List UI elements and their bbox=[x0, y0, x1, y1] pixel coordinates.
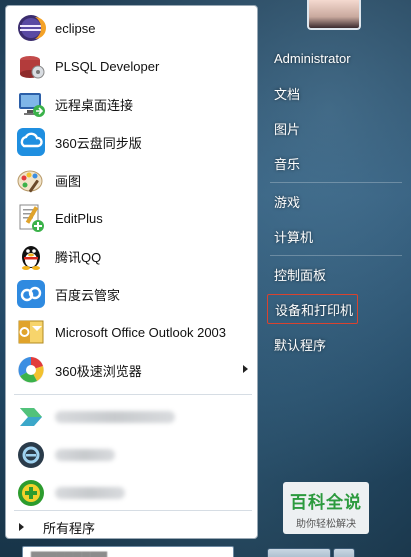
cloud-sync-icon bbox=[15, 126, 47, 158]
search-placeholder-blurred: ▇▇▇▇▇▇▇▇▇ bbox=[31, 551, 108, 557]
program-item-editplus[interactable]: EditPlus bbox=[9, 200, 256, 236]
expand-arrow-icon bbox=[19, 523, 24, 531]
program-label: eclipse bbox=[55, 20, 96, 36]
watermark-subtitle: 助你轻松解决 bbox=[296, 519, 356, 530]
program-item-360-browser[interactable]: 360极速浏览器 bbox=[9, 352, 256, 388]
menu-item-devices-printers[interactable]: 设备和打印机 bbox=[267, 294, 358, 324]
menu-item-music[interactable]: 音乐 bbox=[267, 148, 367, 178]
program-label: 远程桌面连接 bbox=[55, 97, 134, 113]
all-programs-button[interactable]: 所有程序 bbox=[9, 514, 256, 540]
blurred-label bbox=[55, 411, 175, 423]
program-item-blurred[interactable] bbox=[9, 437, 256, 473]
shutdown-options-button[interactable] bbox=[333, 548, 355, 557]
watermark-title: 百科全说 bbox=[290, 493, 362, 513]
menu-item-games[interactable]: 游戏 bbox=[267, 186, 367, 216]
arrow-app-icon bbox=[15, 401, 47, 433]
paint-icon bbox=[15, 164, 47, 196]
program-item-qq[interactable]: 腾讯QQ bbox=[9, 238, 256, 274]
menu-item-control-panel[interactable]: 控制面板 bbox=[267, 259, 367, 289]
program-label: PLSQL Developer bbox=[55, 58, 160, 74]
user-avatar[interactable] bbox=[307, 0, 361, 30]
program-item-plsql-developer[interactable]: PLSQL Developer bbox=[9, 48, 256, 84]
qq-penguin-icon bbox=[15, 240, 47, 272]
watermark-logo: 百科全说 助你轻松解决 bbox=[283, 482, 369, 534]
separator bbox=[270, 182, 402, 183]
submenu-arrow-icon[interactable] bbox=[243, 365, 248, 373]
program-label: 画图 bbox=[55, 173, 82, 189]
menu-item-default-programs[interactable]: 默认程序 bbox=[267, 329, 367, 359]
menu-item-computer[interactable]: 计算机 bbox=[267, 221, 367, 251]
menu-item-user[interactable]: Administrator bbox=[267, 43, 367, 73]
all-programs-label: 所有程序 bbox=[43, 520, 96, 536]
program-item-blurred[interactable] bbox=[9, 399, 256, 435]
outlook-icon bbox=[15, 316, 47, 348]
program-item-remote-desktop[interactable]: 远程桌面连接 bbox=[9, 86, 256, 122]
menu-item-pictures[interactable]: 图片 bbox=[267, 113, 367, 143]
program-label: 腾讯QQ bbox=[55, 249, 102, 265]
program-item-360-cloud-sync[interactable]: 360云盘同步版 bbox=[9, 124, 256, 160]
search-input[interactable]: ▇▇▇▇▇▇▇▇▇ bbox=[22, 546, 234, 557]
plus-badge-icon bbox=[15, 477, 47, 509]
start-menu-programs-pane: eclipse PLSQL Developer 远程桌面连接 360云盘同步版 … bbox=[5, 5, 258, 539]
eclipse-icon bbox=[15, 12, 47, 44]
browser-icon bbox=[15, 354, 47, 386]
blurred-label bbox=[55, 487, 125, 499]
separator bbox=[14, 394, 252, 395]
program-label: 360极速浏览器 bbox=[55, 363, 142, 379]
circle-e-icon bbox=[15, 439, 47, 471]
remote-desktop-icon bbox=[15, 88, 47, 120]
separator bbox=[14, 510, 252, 511]
program-item-blurred[interactable] bbox=[9, 475, 256, 511]
shutdown-button[interactable] bbox=[267, 548, 331, 557]
program-item-paint[interactable]: 画图 bbox=[9, 162, 256, 198]
program-label: 百度云管家 bbox=[55, 287, 121, 303]
program-item-eclipse[interactable]: eclipse bbox=[9, 10, 256, 46]
plsql-developer-icon bbox=[15, 50, 47, 82]
separator bbox=[270, 255, 402, 256]
program-item-outlook-2003[interactable]: Microsoft Office Outlook 2003 bbox=[9, 314, 256, 350]
program-label: Microsoft Office Outlook 2003 bbox=[55, 324, 227, 340]
program-item-baidu-cloud[interactable]: 百度云管家 bbox=[9, 276, 256, 312]
blurred-label bbox=[55, 449, 115, 461]
program-label: EditPlus bbox=[55, 210, 103, 226]
program-label: 360云盘同步版 bbox=[55, 135, 142, 151]
menu-item-documents[interactable]: 文档 bbox=[267, 78, 367, 108]
baidu-cloud-icon bbox=[15, 278, 47, 310]
editplus-icon bbox=[15, 202, 47, 234]
